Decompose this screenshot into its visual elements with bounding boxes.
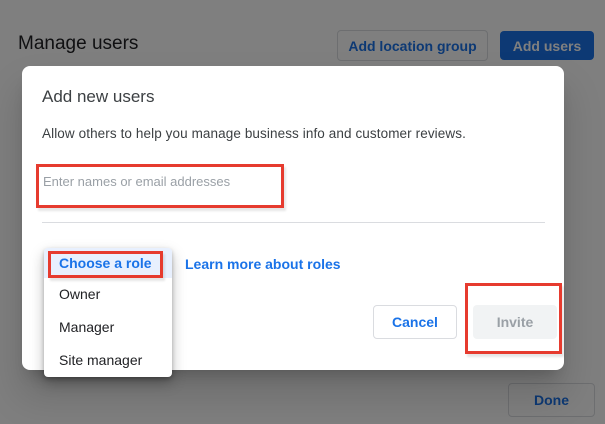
screen: Manage users Add location group Add user…	[0, 0, 605, 424]
role-option-choose-a-role[interactable]: Choose a role	[44, 248, 172, 278]
role-dropdown-menu: Choose a role Owner Manager Site manager	[44, 248, 172, 377]
invite-button[interactable]: Invite	[473, 305, 557, 339]
cancel-button[interactable]: Cancel	[373, 305, 457, 339]
dialog-subtitle: Allow others to help you manage business…	[42, 126, 466, 141]
role-option-manager[interactable]: Manager	[44, 311, 172, 344]
names-email-input[interactable]	[43, 169, 303, 193]
role-option-owner[interactable]: Owner	[44, 278, 172, 311]
role-option-site-manager[interactable]: Site manager	[44, 344, 172, 377]
dialog-title: Add new users	[42, 87, 154, 107]
input-underline	[42, 222, 545, 223]
learn-more-about-roles-link[interactable]: Learn more about roles	[185, 256, 341, 272]
